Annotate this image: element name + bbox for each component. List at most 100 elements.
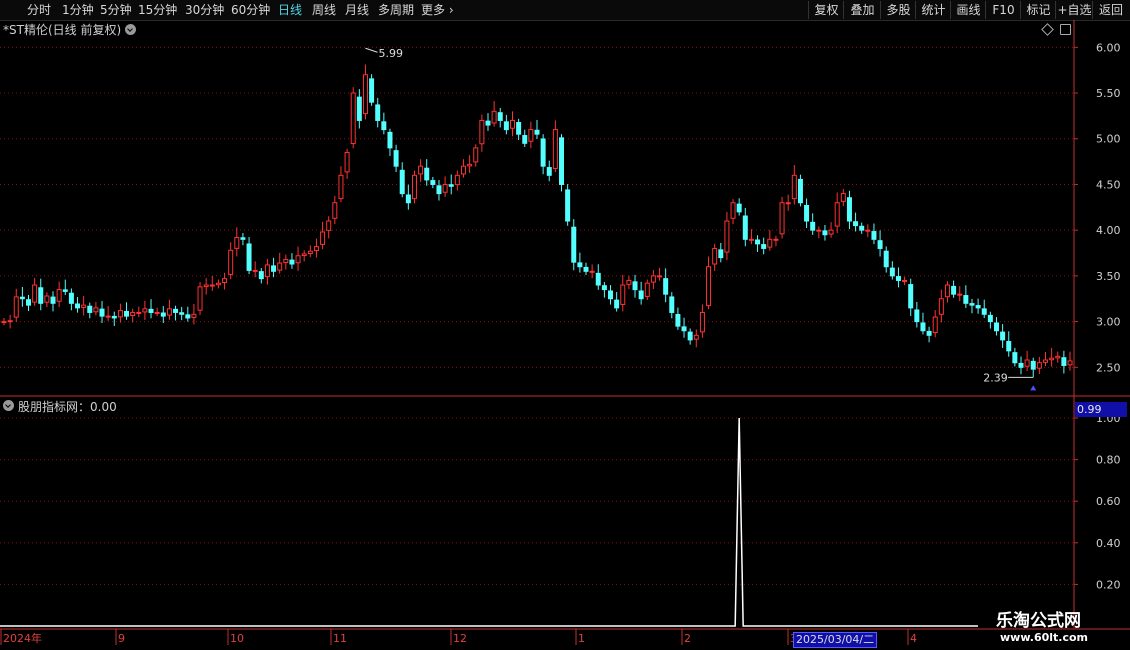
candle-body [767, 238, 773, 248]
candle-body [44, 295, 50, 303]
candle-body [516, 122, 522, 135]
candle-body [589, 270, 595, 273]
candle-body [356, 96, 362, 121]
candle-body [755, 239, 761, 245]
price-grid: 2.50 3.00 3.50 4.00 4.50 5.00 5.50 6.00 [0, 20, 1130, 628]
candle-body [399, 169, 405, 195]
candle-body [650, 275, 656, 283]
candle-body [577, 262, 583, 268]
candle-body [87, 305, 93, 313]
candle-body [460, 165, 466, 175]
x-tick-label: 2024年 [3, 631, 42, 645]
price-tick-label: 5.00 [1096, 133, 1121, 146]
candle-body [706, 266, 712, 307]
candle-body [773, 238, 779, 241]
low-price-label: 2.39 [983, 371, 1008, 384]
candle-body [1067, 360, 1073, 366]
candle-body [362, 74, 368, 115]
candle-body [283, 258, 289, 264]
candle-body [932, 316, 938, 334]
candle-body [724, 220, 730, 253]
candle-body [614, 299, 620, 309]
candle-body [883, 250, 889, 268]
candle-body [804, 204, 810, 222]
candle-body [509, 119, 515, 129]
indicator-title: 股朋指标网：0.00 [18, 400, 117, 414]
candle-body [191, 313, 197, 318]
candle-body [816, 229, 822, 232]
candle-body [981, 308, 987, 315]
candle-body [761, 244, 767, 249]
indicator-tick-label: 0.60 [1096, 495, 1121, 508]
candle-body [7, 320, 13, 323]
price-tick-label: 4.00 [1096, 224, 1121, 237]
candle-body [222, 278, 228, 284]
candle-body [528, 129, 534, 142]
candle-body [1006, 341, 1012, 352]
price-tick-label: 4.50 [1096, 178, 1121, 191]
candle-body [326, 220, 332, 231]
candle-body [491, 110, 497, 124]
candle-body [699, 311, 705, 333]
candle-body [75, 303, 81, 309]
candle-body [32, 284, 38, 303]
candle-body [264, 264, 270, 278]
candle-body [687, 331, 693, 341]
candle-body [320, 231, 326, 245]
candle-body [632, 281, 638, 291]
price-tick-label: 3.50 [1096, 270, 1121, 283]
candle-body [1042, 359, 1048, 363]
candle-body [565, 189, 571, 222]
x-tick-label: 12 [453, 632, 467, 645]
candle-body [987, 314, 993, 323]
candle-body [203, 284, 209, 288]
candle-body [926, 330, 932, 336]
candle-body [718, 249, 724, 259]
x-tick-label: 11 [333, 632, 347, 645]
candle-body [1055, 355, 1061, 359]
candle-body [117, 310, 123, 318]
candle-body [301, 253, 307, 256]
candle-body [19, 296, 25, 300]
candle-body [430, 180, 436, 185]
candle-body [669, 296, 675, 313]
candle-body [369, 78, 375, 103]
candle-body [252, 269, 258, 272]
chevron-down-icon[interactable] [3, 400, 14, 411]
candle-body [228, 249, 234, 275]
candle-body [736, 203, 742, 213]
candle-body [785, 202, 791, 205]
candle-body [1061, 357, 1067, 366]
candle-body [1049, 357, 1055, 361]
candle-body [552, 129, 558, 169]
candle-body [1036, 362, 1042, 369]
candle-body [889, 267, 895, 277]
candle-body [608, 290, 614, 300]
candle-body [846, 197, 852, 222]
candle-body [387, 131, 393, 149]
candle-body [693, 334, 699, 340]
candle-body [411, 174, 417, 200]
candle-body [185, 314, 191, 319]
price-tick-label: 2.50 [1096, 361, 1121, 374]
price-annotations: 5.99 2.39 [365, 47, 1037, 391]
candle-body [938, 298, 944, 315]
candle-body [975, 305, 981, 309]
candle-body [663, 278, 669, 295]
candle-body [1012, 352, 1018, 364]
candle-body [56, 289, 62, 302]
candle-body [742, 215, 748, 240]
candle-body [914, 309, 920, 323]
candle-body [828, 229, 834, 235]
candle-body [1018, 362, 1024, 368]
candle-body [160, 312, 166, 317]
candle-body [503, 121, 509, 131]
candle-body [534, 129, 540, 135]
candle-body [173, 308, 179, 313]
candle-body [859, 225, 865, 231]
candle-body [13, 296, 19, 318]
candle-body [595, 272, 601, 286]
candle-body [810, 221, 816, 231]
indicator-tick-label: 0.20 [1096, 578, 1121, 591]
candle-body [50, 296, 56, 304]
